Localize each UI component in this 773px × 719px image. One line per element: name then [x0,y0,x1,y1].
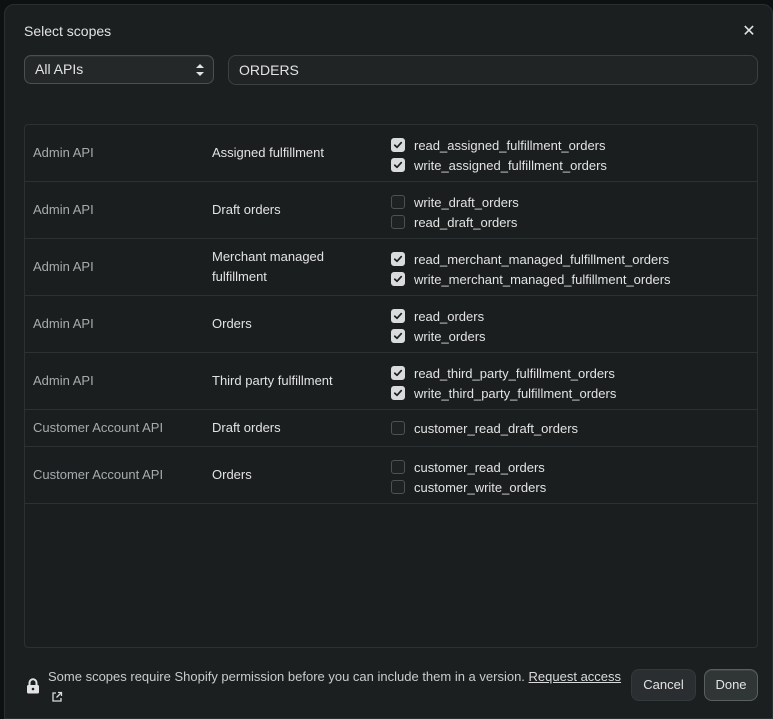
scope-checkbox[interactable] [391,366,405,380]
api-name: Customer Account API [33,419,164,435]
api-name: Customer Account API [33,466,164,482]
scope-option[interactable]: read_third_party_fulfillment_orders [391,363,615,383]
table-row: Admin API Merchant managed fulfillment rea… [25,239,757,296]
dialog-title: Select scopes [24,23,112,39]
scope-label: write_third_party_fulfillment_orders [414,385,617,401]
scope-label: read_draft_orders [414,214,518,230]
scope-label: read_orders [414,308,485,324]
scope-option[interactable]: customer_read_draft_orders [391,418,578,438]
scope-checkbox[interactable] [391,138,405,152]
permission-notice: Some scopes require Shopify permission b… [48,667,628,707]
checkmark-icon [393,312,403,320]
api-name: Admin API [33,201,94,217]
scope-checkbox[interactable] [391,158,405,172]
cancel-button[interactable]: Cancel [631,669,696,701]
resource-name: Third party fulfillment [212,372,333,388]
table-row: Admin API Orders read_orders write_orders [25,296,757,353]
checkmark-icon [393,332,403,340]
scope-label: customer_read_draft_orders [414,420,579,436]
table-row: Customer Account API Orders customer_read_… [25,447,757,504]
scope-option[interactable]: write_merchant_managed_fulfillment_order… [391,269,671,289]
checkmark-icon [393,389,403,397]
scope-option[interactable]: write_third_party_fulfillment_orders [391,383,616,403]
lock-icon [27,678,39,694]
table-row: Admin API Draft orders write_draft_ordersr… [25,182,757,239]
table-row: Admin API Assigned fulfillment read_assign… [25,125,757,182]
request-access-link[interactable]: Request access [529,669,622,684]
scope-checkbox[interactable] [391,386,405,400]
resource-name: Assigned fulfillment [212,144,324,160]
checkmark-icon [393,369,403,377]
scope-checkbox[interactable] [391,195,405,209]
permission-notice-text: Some scopes require Shopify permission b… [48,669,525,684]
scope-label: customer_write_orders [414,479,547,495]
resource-name: Orders [212,315,252,331]
scope-checkbox[interactable] [391,309,405,323]
close-icon[interactable]: ✕ [740,23,758,41]
scope-option[interactable]: read_draft_orders [391,212,517,232]
scope-label: read_assigned_fulfillment_orders [414,137,606,153]
checkmark-icon [393,161,403,169]
scope-checkbox[interactable] [391,480,405,494]
scope-checkbox[interactable] [391,252,405,266]
scope-label: write_merchant_managed_fulfillment_order… [414,271,671,287]
scopes-table: Admin API Assigned fulfillment read_assign… [24,124,758,648]
scope-label: write_draft_orders [414,194,519,210]
checkmark-icon [393,275,403,283]
scope-option[interactable]: read_merchant_managed_fulfillment_orders [391,249,669,269]
scope-option[interactable]: write_orders [391,326,486,346]
select-scopes-dialog: Select scopes ✕ All APIs ORDERS Admin AP… [4,4,773,719]
scope-checkbox[interactable] [391,460,405,474]
api-name: Admin API [33,144,94,160]
scope-option[interactable]: write_assigned_fulfillment_orders [391,155,607,175]
scope-checkbox[interactable] [391,215,405,229]
scope-label: read_merchant_managed_fulfillment_orders [414,251,670,267]
scope-label: read_third_party_fulfillment_orders [414,365,615,381]
resource-name: Orders [212,466,252,482]
resource-name: Merchant managed fulfillment [212,248,325,284]
scope-label: write_orders [414,328,486,344]
search-input[interactable]: ORDERS [228,55,758,85]
api-filter-value: All APIs [35,61,84,77]
resource-name: Draft orders [212,419,281,435]
done-button[interactable]: Done [704,669,758,701]
scope-label: write_assigned_fulfillment_orders [414,157,607,173]
scope-label: customer_read_orders [414,459,545,475]
table-row: Customer Account API Draft orders customer… [25,410,757,447]
scope-option[interactable]: customer_write_orders [391,477,546,497]
api-name: Admin API [33,258,94,274]
table-row: Admin API Third party fulfillment read_thi… [25,353,757,410]
api-name: Admin API [33,372,94,388]
select-arrows-icon [196,64,204,76]
api-filter-select[interactable]: All APIs [24,55,214,84]
scope-checkbox[interactable] [391,421,405,435]
scope-checkbox[interactable] [391,329,405,343]
scope-option[interactable]: customer_read_orders [391,457,545,477]
scope-option[interactable]: write_draft_orders [391,192,519,212]
api-name: Admin API [33,315,94,331]
scope-checkbox[interactable] [391,272,405,286]
scope-option[interactable]: read_assigned_fulfillment_orders [391,135,606,155]
resource-name: Draft orders [212,201,281,217]
external-link-icon[interactable] [51,691,63,703]
checkmark-icon [393,255,403,263]
request-access-label: Request access [528,669,622,684]
scope-option[interactable]: read_orders [391,306,484,326]
checkmark-icon [393,141,403,149]
